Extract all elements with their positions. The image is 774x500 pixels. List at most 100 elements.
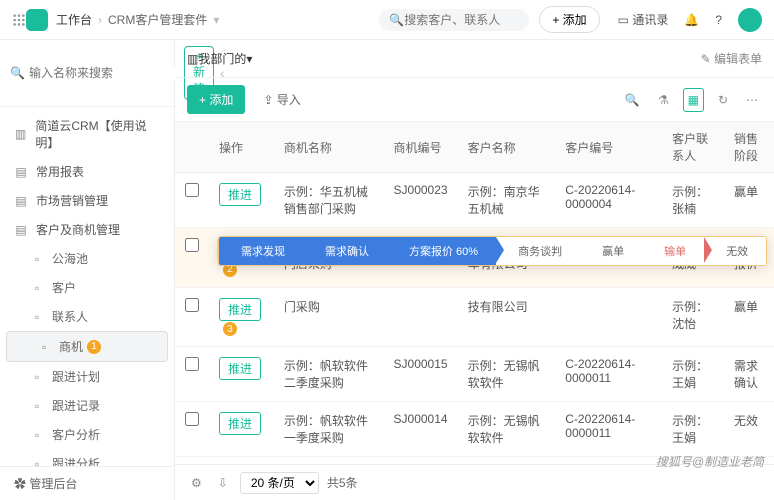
cell-stage: 赢单 — [724, 173, 774, 228]
cell-cust: 技有限公司 — [458, 287, 556, 347]
badge: 1 — [87, 340, 101, 354]
stage-step[interactable]: 商务谈判 — [496, 237, 580, 265]
cell-cust: 示例：南京华五机械 — [458, 173, 556, 228]
stage-step[interactable]: 赢单 — [580, 237, 642, 265]
search-icon: 🔍 — [10, 66, 25, 80]
stage-step[interactable]: 需求发现 — [219, 237, 303, 265]
chevron-right-icon: › — [98, 13, 102, 27]
row-checkbox[interactable] — [185, 412, 199, 426]
view-filter[interactable]: ▥ 我部门的 ▾ — [187, 50, 252, 67]
sidebar: 🔍 + 新建 ‹ ▥简道云CRM【使用说明】▤常用报表▤市场营销管理▤客户及商机… — [0, 40, 175, 500]
stage-step[interactable]: 无效 — [704, 237, 766, 265]
cell-stage: 赢单 — [724, 287, 774, 347]
row-checkbox[interactable] — [185, 238, 199, 252]
download-icon[interactable]: ⇩ — [214, 472, 232, 494]
bell-icon[interactable]: 🔔 — [684, 13, 699, 27]
stage-step[interactable]: 方案报价 60% — [387, 237, 496, 265]
admin-link[interactable]: ✿ 管理后台 — [0, 466, 174, 500]
cell-contact: 示例：张楠 — [662, 173, 724, 228]
row-checkbox[interactable] — [185, 357, 199, 371]
table-row[interactable]: 推进示例：帆软软件一季度采购SJ000014示例：无锡帆软软件C-2022061… — [175, 402, 774, 457]
search-icon: 🔍 — [389, 13, 404, 27]
sidebar-item[interactable]: ▤市场营销管理 — [0, 186, 174, 215]
sidebar-item[interactable]: ▤ 常用报表 — [0, 157, 174, 186]
column-header: 客户编号 — [555, 122, 662, 173]
badge: 3 — [223, 322, 237, 336]
sidebar-item[interactable]: ▤客户及商机管理 — [0, 215, 174, 244]
edit-form-link[interactable]: ✎ 编辑表单 — [701, 50, 762, 67]
sidebar-item-label: 跟进分析 — [52, 455, 100, 466]
sidebar-subitem[interactable]: ▫公海池 — [0, 244, 174, 273]
help-icon[interactable]: ? — [715, 13, 722, 27]
apps-icon[interactable] — [12, 13, 26, 27]
avatar[interactable] — [738, 8, 762, 32]
global-search-input[interactable] — [404, 13, 519, 27]
cell-code: SJ000023 — [384, 173, 458, 228]
push-button[interactable]: 推进 — [219, 412, 261, 435]
cell-contact: 示例：沈怡 — [662, 287, 724, 347]
cell-ccode: C-20220614-0000004 — [555, 173, 662, 228]
chevron-down-icon[interactable]: ▾ — [213, 13, 219, 27]
table-row[interactable]: 推进示例：帆软软件二季度采购SJ000015示例：无锡帆软软件C-2022061… — [175, 347, 774, 402]
sidebar-subitem[interactable]: ▫客户 — [0, 273, 174, 302]
column-header: 客户名称 — [458, 122, 556, 173]
column-header: 操作 — [209, 122, 274, 173]
column-header: 客户联系人 — [662, 122, 724, 173]
column-header: 销售阶段 — [724, 122, 774, 173]
cell-name: 门采购 — [274, 287, 384, 347]
contacts-link[interactable]: ▭ 通讯录 — [618, 11, 669, 28]
filter-icon[interactable]: ⚗ — [654, 89, 673, 111]
sidebar-subitem[interactable]: ▫ 跟进记录 — [0, 391, 174, 420]
opportunity-table: 操作商机名称商机编号客户名称客户编号客户联系人销售阶段 推进示例：华五机械销售部… — [175, 122, 774, 457]
sidebar-subitem[interactable]: ▫客户分析 — [0, 420, 174, 449]
refresh-icon[interactable]: ↻ — [714, 89, 732, 111]
workspace-link[interactable]: 工作台 — [56, 11, 92, 28]
cell-name: 示例：华五机械销售部门采购 — [274, 173, 384, 228]
cell-ccode: C-20220614-0000011 — [555, 402, 662, 457]
cell-name: 示例：帆软软件二季度采购 — [274, 347, 384, 402]
cell-code — [384, 287, 458, 347]
more-icon[interactable]: ⋯ — [742, 89, 762, 111]
folder-icon: ▤ — [14, 165, 28, 179]
import-button[interactable]: ⇪ 导入 — [255, 85, 308, 114]
cell-cust: 示例：无锡帆软软件 — [458, 402, 556, 457]
push-button[interactable]: 推进 — [219, 357, 261, 380]
sidebar-subitem[interactable]: ▫跟进分析 — [0, 449, 174, 466]
sidebar-item-label: 跟进记录 — [52, 397, 100, 414]
stage-pipeline: 需求发现需求确认方案报价 60%商务谈判赢单输单无效 — [218, 236, 767, 266]
sidebar-subitem[interactable]: ▫跟进计划 — [0, 362, 174, 391]
table-row[interactable]: 推进3 门采购 技有限公司 示例：沈怡赢单 — [175, 287, 774, 347]
top-add-button[interactable]: + 添加 — [539, 6, 599, 33]
push-button[interactable]: 推进 — [219, 183, 261, 206]
global-search[interactable]: 🔍 — [379, 9, 529, 31]
add-button[interactable]: + 添加 — [187, 85, 245, 114]
push-button[interactable]: 推进 — [219, 298, 261, 321]
page-size-select[interactable]: 20 条/页 — [240, 472, 319, 494]
column-header: 商机编号 — [384, 122, 458, 173]
sidebar-item-label: 联系人 — [52, 308, 88, 325]
sidebar-subitem[interactable]: ▫商机1 — [6, 331, 168, 362]
sidebar-item-label: 客户及商机管理 — [36, 221, 120, 238]
breadcrumb-suite[interactable]: CRM客户管理套件 — [108, 11, 207, 28]
column-header: 商机名称 — [274, 122, 384, 173]
stage-step[interactable]: 需求确认 — [303, 237, 387, 265]
sidebar-item-label: 常用报表 — [36, 163, 84, 180]
sidebar-item[interactable]: ▥简道云CRM【使用说明】 — [0, 111, 174, 157]
row-checkbox[interactable] — [185, 183, 199, 197]
doc-icon: ▫ — [30, 310, 44, 324]
sidebar-item-label: 客户分析 — [52, 426, 100, 443]
search-icon[interactable]: 🔍 — [621, 89, 644, 111]
view-toggle-icon[interactable]: ▦ — [683, 88, 704, 112]
table-row[interactable]: 推进示例：华五机械销售部门采购SJ000023示例：南京华五机械C-202206… — [175, 173, 774, 228]
sidebar-search-input[interactable] — [29, 66, 184, 80]
settings-icon[interactable]: ⚙ — [187, 472, 206, 494]
cell-contact: 示例：王娟 — [662, 402, 724, 457]
doc-icon: ▫ — [30, 399, 44, 413]
cell-ccode: C-20220614-0000011 — [555, 347, 662, 402]
sidebar-subitem[interactable]: ▫ 联系人 — [0, 302, 174, 331]
row-checkbox[interactable] — [185, 298, 199, 312]
stage-step[interactable]: 输单 — [642, 237, 704, 265]
sidebar-item-label: 公海池 — [52, 250, 88, 267]
app-logo-icon — [26, 9, 48, 31]
folder-icon: ▤ — [14, 194, 28, 208]
